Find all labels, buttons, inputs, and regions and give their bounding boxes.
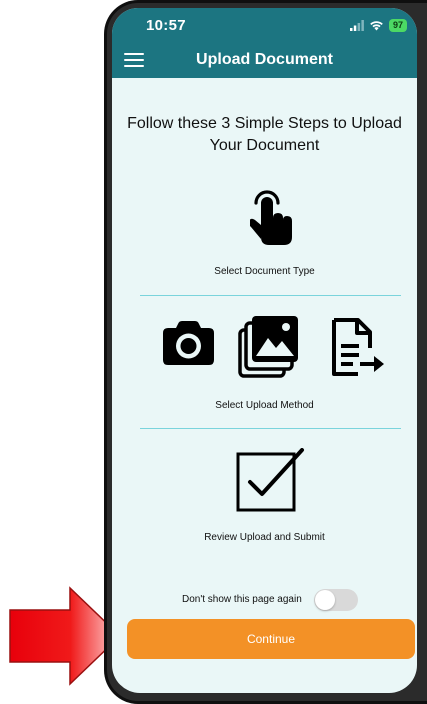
toggle-knob[interactable]: [315, 590, 335, 610]
step-label-select-upload-method: Select Upload Method: [215, 400, 314, 411]
page-title: Upload Document: [196, 51, 333, 68]
step-label-select-document-type: Select Document Type: [214, 266, 315, 277]
status-icons: 97: [349, 18, 407, 32]
app-header: 10:57 97 Upload Document: [112, 8, 417, 78]
stage: 10:57 97 Upload Document Follow these 3 …: [0, 0, 427, 704]
intro-text: Follow these 3 Simple Steps to Upload Yo…: [127, 115, 402, 154]
step-label-review-upload-submit: Review Upload and Submit: [204, 532, 325, 543]
status-time: 10:57: [146, 17, 186, 34]
tap-hand-icon: [250, 190, 292, 245]
file-upload-icon[interactable]: [330, 318, 386, 380]
dont-show-again-row: Don't show this page again: [112, 588, 417, 612]
photo-gallery-icon[interactable]: [238, 314, 300, 378]
signal-icon: [349, 19, 364, 31]
battery-badge: 97: [388, 18, 407, 32]
dont-show-again-label: Don't show this page again: [182, 594, 302, 605]
divider: [140, 295, 401, 296]
checkbox-checked-icon: [236, 448, 304, 512]
dont-show-again-toggle[interactable]: [314, 589, 358, 611]
continue-button[interactable]: Continue: [127, 619, 415, 659]
camera-icon[interactable]: [162, 320, 215, 366]
app-screen: 10:57 97 Upload Document Follow these 3 …: [112, 8, 417, 693]
wifi-icon: [370, 20, 383, 30]
divider: [140, 428, 401, 429]
